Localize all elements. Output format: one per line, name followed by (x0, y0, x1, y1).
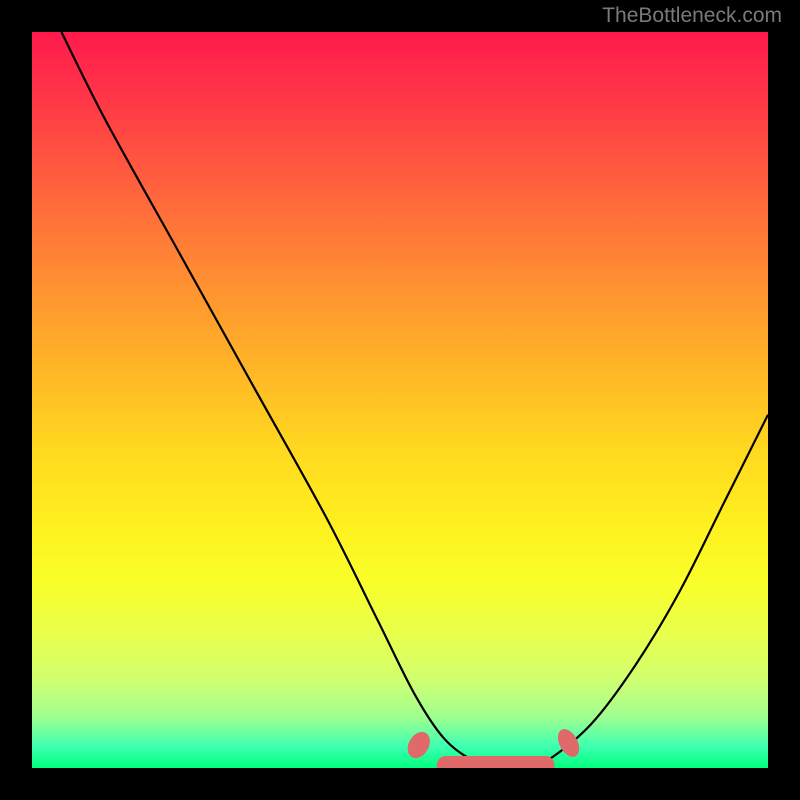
chart-plot-area (32, 32, 768, 768)
chart-svg (32, 32, 768, 768)
curve-line (61, 32, 768, 768)
marker-band (403, 726, 583, 768)
watermark-text: TheBottleneck.com (602, 4, 782, 28)
